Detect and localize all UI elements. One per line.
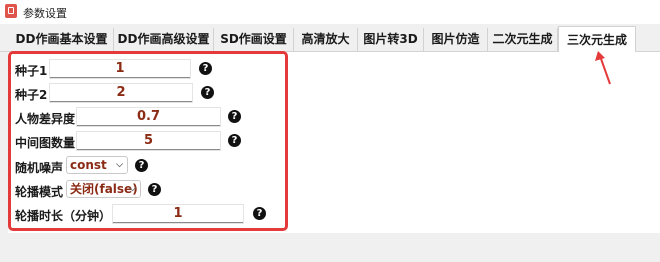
- character-diff-input[interactable]: 0.7: [77, 108, 220, 126]
- app-icon: [5, 4, 17, 18]
- intermediate-count-input[interactable]: 5: [77, 132, 220, 150]
- tab-dd-advanced-settings[interactable]: DD作画高级设置: [114, 28, 214, 51]
- carousel-mode-value: 关闭(false): [70, 182, 138, 196]
- seed1-help-icon[interactable]: ?: [199, 62, 212, 75]
- tab-sd-settings[interactable]: SD作画设置: [214, 28, 294, 51]
- window-title: 参数设置: [23, 7, 67, 20]
- seed2-label: 种子2: [15, 88, 48, 102]
- chevron-down-icon: ⌵: [129, 184, 136, 194]
- random-noise-value: const: [70, 158, 107, 172]
- character-diff-label: 人物差异度: [15, 112, 76, 126]
- tab-image-imitation[interactable]: 图片仿造: [424, 28, 488, 51]
- carousel-duration-help-icon[interactable]: ?: [253, 207, 266, 220]
- tab-2d-generation[interactable]: 二次元生成: [488, 28, 558, 51]
- title-bar: 参数设置: [0, 0, 660, 24]
- tab-dd-basic-settings[interactable]: DD作画基本设置: [10, 28, 114, 51]
- carousel-duration-label: 轮播时长（分钟）: [15, 209, 112, 223]
- annotation-arrow-icon: [595, 51, 611, 85]
- character-diff-help-icon[interactable]: ?: [228, 110, 241, 123]
- intermediate-count-help-icon[interactable]: ?: [228, 134, 241, 147]
- carousel-mode-select[interactable]: 关闭(false) ⌵: [66, 180, 141, 198]
- carousel-mode-label: 轮播模式: [15, 185, 64, 199]
- random-noise-select[interactable]: const ⌵: [66, 156, 128, 174]
- seed1-input[interactable]: 1: [50, 60, 190, 78]
- panel-footer: [8, 233, 660, 262]
- tab-strip: DD作画基本设置 DD作画高级设置 SD作画设置 高清放大 图片转3D 图片仿造…: [0, 24, 660, 52]
- intermediate-count-label: 中间图数量: [15, 136, 76, 150]
- seed2-input[interactable]: 2: [50, 84, 192, 102]
- chevron-down-icon: ⌵: [116, 160, 123, 170]
- seed1-label: 种子1: [15, 64, 48, 78]
- carousel-duration-input[interactable]: 1: [113, 205, 243, 223]
- tab-upscale[interactable]: 高清放大: [294, 28, 358, 51]
- seed2-help-icon[interactable]: ?: [201, 86, 214, 99]
- carousel-mode-help-icon[interactable]: ?: [148, 183, 161, 196]
- random-noise-label: 随机噪声: [15, 161, 64, 175]
- tab-image-to-3d[interactable]: 图片转3D: [358, 28, 424, 51]
- random-noise-help-icon[interactable]: ?: [135, 159, 148, 172]
